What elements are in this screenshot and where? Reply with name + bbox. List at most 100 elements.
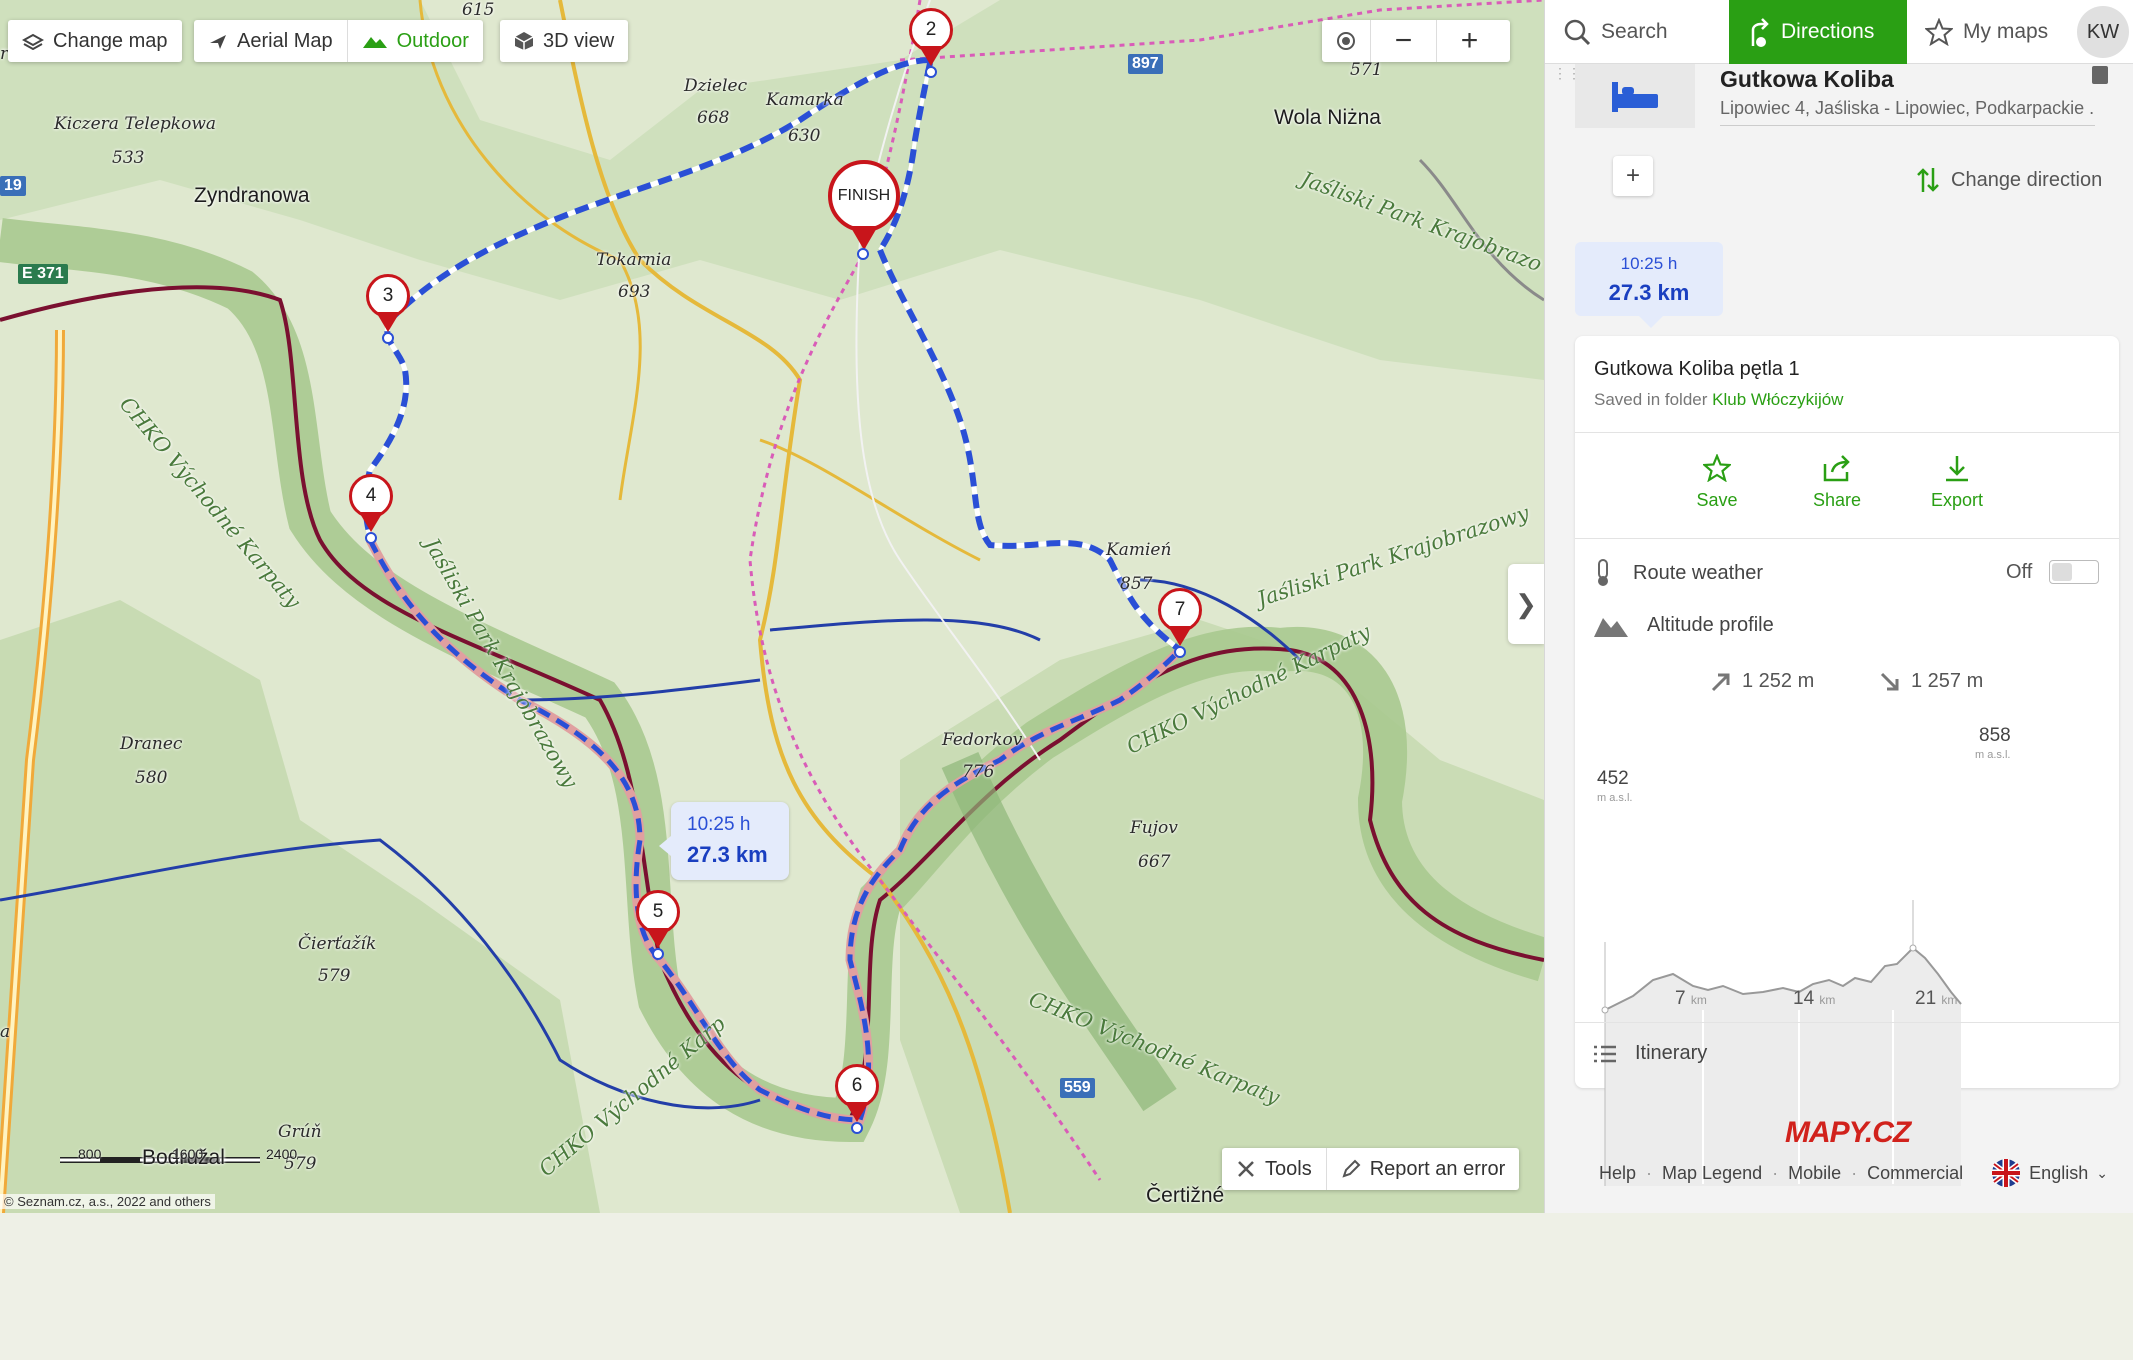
map-legend-link[interactable]: Map Legend xyxy=(1662,1163,1762,1184)
copyright: © Seznam.cz, a.s., 2022 and others xyxy=(0,1194,215,1209)
ascent: 1 252 m xyxy=(1710,670,1814,693)
language-label: English xyxy=(2029,1162,2089,1183)
peak-label: Čierťažík xyxy=(298,934,377,954)
peak-label: Kamarka xyxy=(766,90,844,110)
cube-icon xyxy=(514,32,534,50)
altitude-profile-row[interactable]: Altitude profile xyxy=(1593,612,1774,638)
commercial-link[interactable]: Commercial xyxy=(1867,1163,1963,1184)
change-map-button[interactable]: Change map xyxy=(8,20,182,62)
chart-tick: 14 km xyxy=(1793,988,1835,1010)
3d-view-label: 3D view xyxy=(543,29,615,52)
tick-unit: km xyxy=(1941,993,1958,1007)
nav-search-label: Search xyxy=(1601,20,1668,43)
descent: 1 257 m xyxy=(1879,670,1983,693)
change-map-label: Change map xyxy=(53,29,168,52)
change-direction-button[interactable]: Change direction xyxy=(1915,166,2102,194)
descent-value: 1 257 m xyxy=(1911,670,1984,692)
start-title[interactable]: Gutkowa Koliba xyxy=(1720,66,1894,93)
nav-directions-label: Directions xyxy=(1781,20,1875,43)
waypoint-marker[interactable]: 2 xyxy=(906,8,956,78)
3d-view-button[interactable]: 3D view xyxy=(500,20,628,62)
chevron-down-icon: ⌄ xyxy=(2096,1164,2108,1181)
locate-button[interactable] xyxy=(1322,20,1370,62)
peak-height: 667 xyxy=(1138,852,1171,872)
start-address[interactable]: Lipowiec 4, Jaśliska - Lipowiec, Podkarp… xyxy=(1720,98,2095,126)
divider xyxy=(1575,1022,2119,1023)
itinerary-label: Itinerary xyxy=(1635,1042,1708,1064)
menu-icon[interactable] xyxy=(2092,66,2108,84)
waypoint-marker[interactable]: 5 xyxy=(633,890,683,960)
top-navigation: Search Directions My maps KW xyxy=(1545,0,2133,64)
drag-handle-icon[interactable]: ⋮⋮ xyxy=(1553,66,1581,90)
route-weather-row[interactable]: Route weather xyxy=(1593,558,1763,588)
peak-height: 579 xyxy=(318,966,351,986)
road-number: 19 xyxy=(0,176,26,196)
arrow-up-right-icon xyxy=(1711,673,1730,691)
add-waypoint-button[interactable]: + xyxy=(1613,156,1653,196)
map-canvas[interactable]: Dzielec 668 Kamarka 630 Kiczera Telepkow… xyxy=(0,0,1544,1213)
itinerary-row[interactable]: Itinerary xyxy=(1593,1042,1707,1065)
tick-value: 7 xyxy=(1675,988,1686,1009)
user-avatar-area: KW xyxy=(2077,0,2133,64)
nav-directions[interactable]: Directions xyxy=(1729,0,1907,64)
peak-height: 668 xyxy=(697,108,730,128)
directions-icon xyxy=(1751,18,1769,47)
aerial-map-button[interactable]: Aerial Map xyxy=(194,20,347,62)
zoom-in-button[interactable]: + xyxy=(1436,20,1502,62)
search-icon xyxy=(1564,19,1591,46)
outdoor-map-button[interactable]: Outdoor xyxy=(346,20,483,62)
finish-label: FINISH xyxy=(828,160,900,232)
peak-label: Dranec xyxy=(120,734,183,754)
report-label: Report an error xyxy=(1369,1157,1506,1180)
peak-label: Fedorkov xyxy=(942,730,1023,750)
peak-height: 857 xyxy=(1120,574,1153,594)
tick-value: 21 xyxy=(1915,988,1937,1009)
tick-value: 14 xyxy=(1793,988,1815,1009)
scale-label: 1600 xyxy=(172,1146,204,1162)
zoom-controls: − + xyxy=(1322,20,1510,62)
save-label: Save xyxy=(1696,490,1738,510)
route-actions: Save Share Export xyxy=(1667,454,2007,511)
thermometer-icon xyxy=(1598,559,1608,586)
nav-search[interactable]: Search xyxy=(1545,0,1729,64)
mapy-logo[interactable]: MAPY.CZ xyxy=(1785,1116,1911,1150)
peak-height: 580 xyxy=(135,768,168,788)
share-icon xyxy=(1823,455,1850,482)
waypoint-marker[interactable]: 4 xyxy=(346,474,396,544)
peak-height: 615 xyxy=(462,0,495,20)
collapse-panel-button[interactable]: ❯ xyxy=(1508,564,1544,644)
share-button[interactable]: Share xyxy=(1787,454,1887,511)
outdoor-label: Outdoor xyxy=(396,29,469,52)
help-link[interactable]: Help xyxy=(1599,1163,1636,1184)
max-altitude: 858 xyxy=(1979,725,2011,746)
folder-link[interactable]: Klub Włóczykijów xyxy=(1712,390,1843,409)
town-label: Wola Niżna xyxy=(1274,106,1381,129)
waypoint-marker[interactable]: 3 xyxy=(363,274,413,344)
chart-tick: 7 km xyxy=(1675,988,1707,1010)
mobile-link[interactable]: Mobile xyxy=(1788,1163,1841,1184)
tools-button[interactable]: Tools xyxy=(1222,1148,1326,1190)
directions-panel: Search Directions My maps KW ⋮⋮ Gutkowa … xyxy=(1544,0,2133,1213)
waypoint-marker[interactable]: 6 xyxy=(832,1064,882,1134)
peak-label: Fujov xyxy=(1130,818,1178,838)
chevron-right-icon: ❯ xyxy=(1515,588,1537,619)
summary-distance: 27.3 km xyxy=(1608,280,1690,305)
toggle-knob xyxy=(2052,563,2072,581)
peak-height: 571 xyxy=(1350,60,1383,80)
language-selector[interactable]: English ⌄ xyxy=(1991,1158,2108,1188)
change-direction-label: Change direction xyxy=(1951,168,2103,191)
waypoint-marker[interactable]: 7 xyxy=(1155,588,1205,658)
export-button[interactable]: Export xyxy=(1907,454,2007,511)
report-error-button[interactable]: Report an error xyxy=(1325,1148,1520,1190)
route-summary-tab[interactable]: 10:25 h 27.3 km xyxy=(1575,242,1723,328)
arrow-down-right-icon xyxy=(1880,672,1899,690)
weather-toggle[interactable] xyxy=(2049,560,2099,584)
zoom-out-button[interactable]: − xyxy=(1370,20,1436,62)
finish-marker[interactable]: FINISH xyxy=(828,160,904,260)
avatar[interactable]: KW xyxy=(2077,6,2129,58)
save-button[interactable]: Save xyxy=(1667,454,1767,511)
route-info-bubble[interactable]: 10:25 h 27.3 km xyxy=(659,802,789,880)
nav-my-maps[interactable]: My maps xyxy=(1907,0,2077,64)
list-icon xyxy=(1594,1045,1616,1062)
scale-label: 800 xyxy=(78,1146,102,1162)
